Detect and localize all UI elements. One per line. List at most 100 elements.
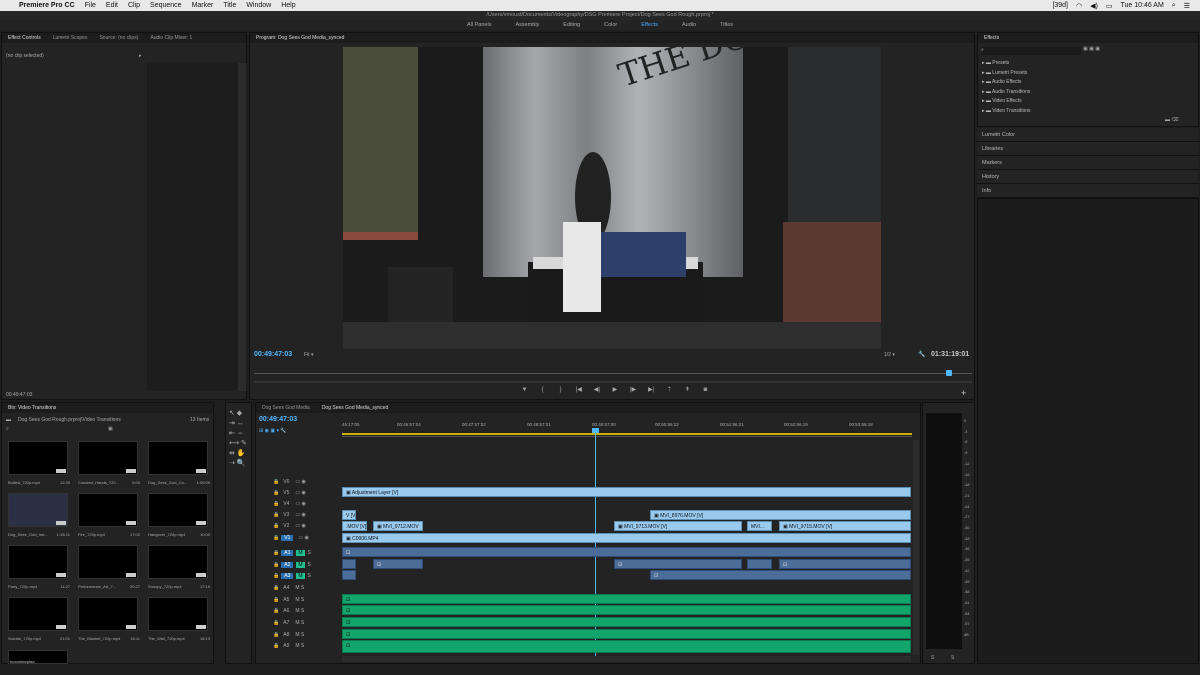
effect-controls-timeline[interactable] <box>147 63 247 391</box>
track-name-a1[interactable]: A1 <box>281 549 294 556</box>
mute-icon[interactable]: M <box>296 561 305 568</box>
solo-icon[interactable]: S <box>305 550 311 556</box>
lock-icon[interactable]: 🔒 <box>255 573 279 579</box>
menu-marker[interactable]: Marker <box>187 2 219 9</box>
track-toggle-icons[interactable]: ▭ ◉ <box>293 535 308 541</box>
workspace-effects[interactable]: Effects <box>629 20 670 30</box>
tab-bin[interactable]: Bin: Video Transitions <box>2 403 62 413</box>
bin-search-icon[interactable]: ⌕ <box>6 426 9 432</box>
zoom-tool-icon[interactable]: ⇢ 🔍 <box>229 459 247 469</box>
track-name-v1[interactable]: V1 <box>281 534 294 541</box>
bin-thumb-8[interactable] <box>78 545 138 579</box>
menu-clip[interactable]: Clip <box>123 2 145 9</box>
clip-audio-a6[interactable]: ⊡ <box>342 605 911 615</box>
tree-video-transitions[interactable]: ▸ ▬ Video Transitions <box>982 107 1031 117</box>
tree-video-effects[interactable]: ▸ ▬ Video Effects <box>982 97 1031 107</box>
program-current-timecode[interactable]: 00:49:47:03 <box>254 351 292 358</box>
panel-libraries[interactable]: Libraries <box>977 142 1199 156</box>
bin-new-item-icon[interactable]: ▣ <box>108 426 113 432</box>
add-marker-icon[interactable]: ▼ <box>520 387 529 394</box>
track-toggle-icons[interactable]: ▭ ◉ <box>289 523 305 529</box>
ripple-edit-icon[interactable]: ⇤ ⇔ <box>229 429 247 439</box>
lock-icon[interactable]: 🔒 <box>255 501 279 507</box>
track-select-icon[interactable]: ⇥ ↔ <box>229 419 247 429</box>
effects-filter-icons[interactable]: ▣ ▣ ▣ <box>1083 46 1100 52</box>
workspace-color[interactable]: Color <box>592 20 629 30</box>
lock-icon[interactable]: 🔒 <box>255 597 279 603</box>
tab-effect-controls[interactable]: Effect Controls <box>2 33 47 43</box>
clip-audio-a2-1[interactable] <box>342 559 356 569</box>
expand-arrow-icon[interactable]: ▸ <box>139 53 142 59</box>
clip-v2-d[interactable]: MVI... <box>747 521 772 531</box>
lock-icon[interactable]: 🔒 <box>255 479 279 485</box>
clip-audio-a2-3[interactable]: ⊡ <box>614 559 742 569</box>
track-name-a2[interactable]: A2 <box>281 561 294 568</box>
clip-audio-a2-4[interactable] <box>747 559 772 569</box>
clip-v2-e[interactable]: ▣ MVI_9715.MOV [V] <box>779 521 911 531</box>
mute-solo-icons[interactable]: M S <box>289 608 304 614</box>
mute-solo-icons[interactable]: M S <box>289 620 304 626</box>
clip-audio-a2-5[interactable]: ⊡ <box>779 559 911 569</box>
tab-source[interactable]: Source: (no clips) <box>93 33 144 43</box>
mark-out-icon[interactable]: } <box>556 387 565 394</box>
work-area-bar[interactable] <box>342 433 912 435</box>
menu-file[interactable]: File <box>80 2 101 9</box>
workspace-editing[interactable]: Editing <box>551 20 592 30</box>
search-icon[interactable]: ⌕ <box>1168 2 1180 10</box>
playhead-handle[interactable] <box>592 428 599 433</box>
panel-history[interactable]: History <box>977 170 1199 184</box>
workspace-all-panels[interactable]: All Panels <box>455 20 503 30</box>
selection-tool-icon[interactable]: ↖ ◆ <box>229 409 247 419</box>
battery-icon[interactable]: ▭ <box>1102 2 1117 10</box>
clip-v3-a[interactable]: V [V] <box>342 510 356 520</box>
clip-audio-a5[interactable]: ⊡ <box>342 594 911 604</box>
lock-icon[interactable]: 🔒 <box>255 512 279 518</box>
clip-audio-a3-1[interactable] <box>342 570 356 580</box>
tree-presets[interactable]: ▸ ▬ Presets <box>982 59 1031 69</box>
track-toggle-icons[interactable]: ▭ ◉ <box>289 479 305 485</box>
timeline-vertical-scrollbar[interactable] <box>913 440 919 655</box>
tree-audio-transitions[interactable]: ▸ ▬ Audio Transitions <box>982 88 1031 98</box>
solo-icon[interactable]: S <box>305 562 311 568</box>
step-back-icon[interactable]: ◀| <box>592 387 601 394</box>
menu-app-name[interactable]: Premiere Pro CC <box>14 2 80 9</box>
tree-audio-effects[interactable]: ▸ ▬ Audio Effects <box>982 78 1031 88</box>
extract-icon[interactable]: ⇞ <box>683 387 692 394</box>
mute-solo-icons[interactable]: M S <box>289 597 304 603</box>
bin-thumb-3[interactable] <box>148 441 208 475</box>
tab-sequence-1[interactable]: Dog Sees God Media <box>256 403 316 413</box>
volume-icon[interactable]: ◀) <box>1086 2 1102 10</box>
fit-dropdown[interactable]: Fit ▾ <box>304 352 313 358</box>
lock-icon[interactable]: 🔒 <box>255 535 279 541</box>
bin-thumb-10[interactable] <box>8 597 68 631</box>
mute-icon[interactable]: M <box>296 549 305 556</box>
tree-lumetri-presets[interactable]: ▸ ▬ Lumetri Presets <box>982 69 1031 79</box>
lock-icon[interactable]: 🔒 <box>255 523 279 529</box>
tab-lumetri-scopes[interactable]: Lumetri Scopes <box>47 33 94 43</box>
status-days[interactable]: [39d] <box>1048 2 1072 9</box>
mute-solo-icons[interactable]: M S <box>289 643 304 649</box>
bin-thumb-4[interactable] <box>8 493 68 527</box>
timeline-timecode[interactable]: 00:49:47:03 <box>259 416 297 423</box>
workspace-titles[interactable]: Titles <box>708 20 745 30</box>
effects-search-input[interactable]: ⌕ <box>981 47 1081 55</box>
clip-adjustment-layer[interactable]: ▣ Adjustment Layer [V] <box>342 487 911 497</box>
program-time-ruler[interactable] <box>254 373 972 378</box>
zoom-scrollbar[interactable] <box>254 381 972 383</box>
menu-sequence[interactable]: Sequence <box>145 2 187 9</box>
slip-tool-icon[interactable]: ⇹ ✋ <box>229 449 247 459</box>
mute-icon[interactable]: M <box>296 572 305 579</box>
tab-audio-clip-mixer[interactable]: Audio Clip Mixer: 1 <box>144 33 198 43</box>
bin-thumb-1[interactable] <box>8 441 68 475</box>
clip-audio-a3-2[interactable]: ⊡ <box>650 570 911 580</box>
workspace-audio[interactable]: Audio <box>670 20 708 30</box>
menu-title[interactable]: Title <box>218 2 241 9</box>
clip-audio-a2-2[interactable]: ⊡ <box>373 559 423 569</box>
menu-help[interactable]: Help <box>276 2 300 9</box>
bin-thumb-6[interactable] <box>148 493 208 527</box>
lift-icon[interactable]: ⇡ <box>665 387 674 394</box>
track-toggle-icons[interactable]: ▭ ◉ <box>289 512 305 518</box>
lock-icon[interactable]: 🔒 <box>255 643 279 649</box>
lock-icon[interactable]: 🔒 <box>255 490 279 496</box>
effect-controls-scrollbar[interactable] <box>238 63 246 391</box>
